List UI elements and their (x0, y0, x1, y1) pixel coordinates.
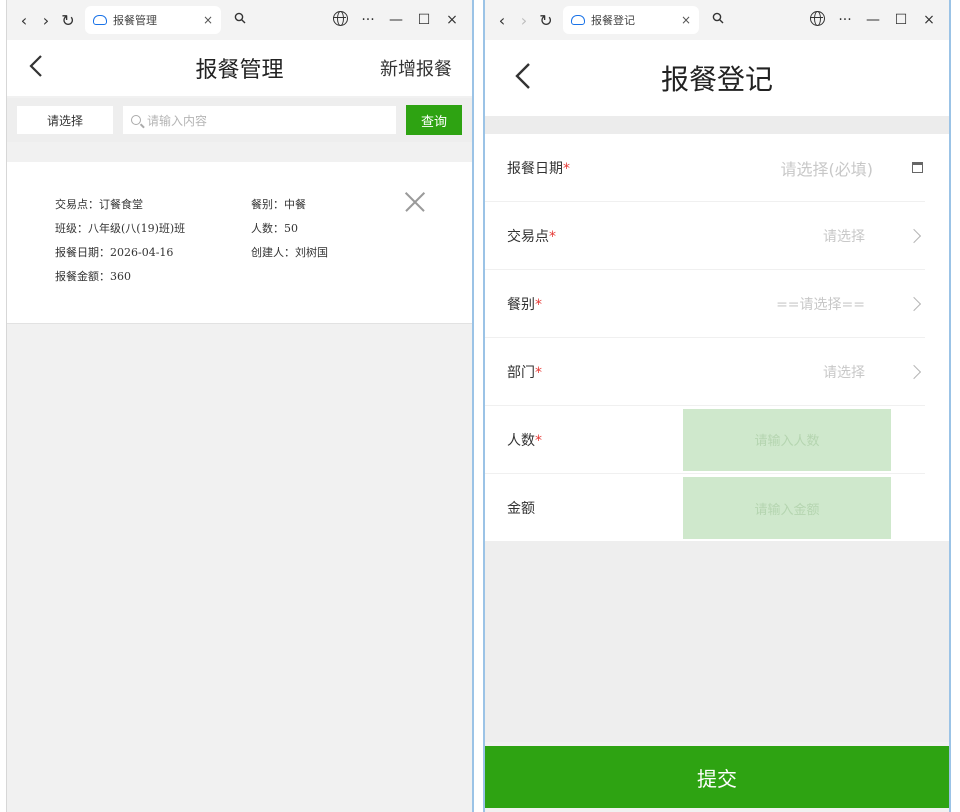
browser-tab[interactable]: 报餐登记 × (563, 6, 699, 34)
search-bar: 请选择 请输入内容 查询 (7, 98, 472, 142)
browser-back-icon[interactable]: ‹ (13, 11, 35, 30)
left-browser-window: ‹ › ↻ 报餐管理 × ··· — ☐ × 报餐管理 新增报餐 请选择 请输入… (6, 0, 474, 812)
minimize-icon[interactable]: — (859, 12, 887, 28)
field-label: 部门* (507, 364, 542, 381)
more-icon[interactable]: ··· (831, 12, 859, 28)
globe-icon[interactable] (803, 10, 831, 30)
page-title: 报餐登记 (660, 63, 773, 96)
reload-icon[interactable]: ↻ (57, 11, 79, 30)
record-count: 人数：50 (251, 222, 298, 235)
field-label: 报餐日期* (507, 160, 570, 177)
browser-toolbar: ‹ › ↻ 报餐登记 × ··· — ☐ × (485, 0, 949, 40)
globe-icon[interactable] (326, 10, 354, 30)
search-placeholder: 请输入内容 (147, 113, 208, 128)
chevron-right-icon (906, 364, 922, 379)
record-fields: 交易点：订餐食堂 餐别：中餐 班级：八年级(八(19)班)班 人数：50 报餐日… (55, 196, 355, 284)
record-trade-point: 交易点：订餐食堂 (55, 198, 143, 211)
right-browser-window: ‹ › ↻ 报餐登记 × ··· — ☐ × 报餐登记 报餐日期* 请选择(必填… (483, 0, 951, 812)
record-date: 报餐日期：2026-04-16 (55, 246, 174, 259)
cloud-icon (571, 15, 585, 25)
record-meal-type: 餐别：中餐 (251, 198, 306, 211)
calendar-icon[interactable] (912, 162, 923, 173)
back-arrow-icon[interactable] (29, 54, 43, 83)
query-button[interactable]: 查询 (406, 105, 462, 135)
date-field[interactable]: 报餐日期* 请选择(必填) (485, 134, 925, 202)
close-icon[interactable] (404, 192, 424, 212)
section-divider (485, 116, 949, 134)
meal-type-select[interactable]: 餐别* ==请选择== (485, 270, 925, 338)
meal-register-form: 报餐日期* 请选择(必填) 交易点* 请选择 餐别* ==请选择== 部门* 请… (485, 134, 949, 542)
browser-tab[interactable]: 报餐管理 × (85, 6, 221, 34)
submit-button[interactable]: 提交 (485, 746, 949, 808)
more-icon[interactable]: ··· (354, 12, 382, 28)
date-placeholder: 请选择(必填) (780, 159, 874, 179)
empty-area (485, 541, 949, 742)
empty-area (7, 325, 472, 812)
field-label: 人数* (507, 432, 542, 449)
browser-back-icon[interactable]: ‹ (491, 11, 513, 30)
department-placeholder: 请选择 (823, 364, 865, 381)
filter-select[interactable]: 请选择 (17, 106, 113, 134)
record-amount: 报餐金额：360 (55, 270, 131, 283)
app-header: 报餐管理 新增报餐 (7, 40, 472, 96)
reload-icon[interactable]: ↻ (535, 11, 557, 30)
amount-input[interactable]: 请输入金额 (683, 477, 891, 539)
department-select[interactable]: 部门* 请选择 (485, 338, 925, 406)
meal-record-card[interactable]: 交易点：订餐食堂 餐别：中餐 班级：八年级(八(19)班)班 人数：50 报餐日… (7, 162, 472, 324)
count-input[interactable]: 请输入人数 (683, 408, 891, 471)
trade-point-placeholder: 请选择 (823, 228, 865, 245)
meal-type-placeholder: ==请选择== (776, 296, 865, 313)
record-class: 班级：八年级(八(19)班)班 (55, 222, 186, 235)
minimize-icon[interactable]: — (382, 12, 410, 28)
trade-point-select[interactable]: 交易点* 请选择 (485, 202, 925, 270)
field-label: 餐别* (507, 296, 542, 313)
add-meal-button[interactable]: 新增报餐 (380, 55, 452, 81)
chevron-right-icon (906, 296, 922, 311)
zoom-icon[interactable] (705, 12, 731, 28)
browser-forward-icon[interactable]: › (35, 11, 57, 30)
zoom-icon[interactable] (227, 12, 253, 28)
field-label: 金额 (507, 501, 535, 517)
tab-close-icon[interactable]: × (203, 13, 213, 27)
cloud-icon (93, 15, 107, 25)
browser-forward-icon[interactable]: › (513, 11, 535, 30)
count-row: 人数* 请输入人数 (485, 406, 925, 474)
browser-toolbar: ‹ › ↻ 报餐管理 × ··· — ☐ × (7, 0, 472, 40)
window-close-icon[interactable]: × (915, 12, 943, 28)
window-close-icon[interactable]: × (438, 12, 466, 28)
tab-title: 报餐管理 (113, 14, 157, 27)
field-label: 交易点* (507, 228, 556, 245)
tab-close-icon[interactable]: × (681, 13, 691, 27)
amount-row: 金额 请输入金额 (485, 474, 925, 542)
maximize-icon[interactable]: ☐ (887, 12, 915, 28)
maximize-icon[interactable]: ☐ (410, 12, 438, 28)
record-creator: 创建人：刘树国 (251, 246, 328, 259)
search-input[interactable]: 请输入内容 (123, 106, 396, 134)
tab-title: 报餐登记 (591, 14, 635, 27)
search-icon (131, 115, 141, 125)
app-header: 报餐登记 (485, 40, 949, 116)
chevron-right-icon (906, 228, 922, 243)
back-arrow-icon[interactable] (515, 62, 531, 95)
